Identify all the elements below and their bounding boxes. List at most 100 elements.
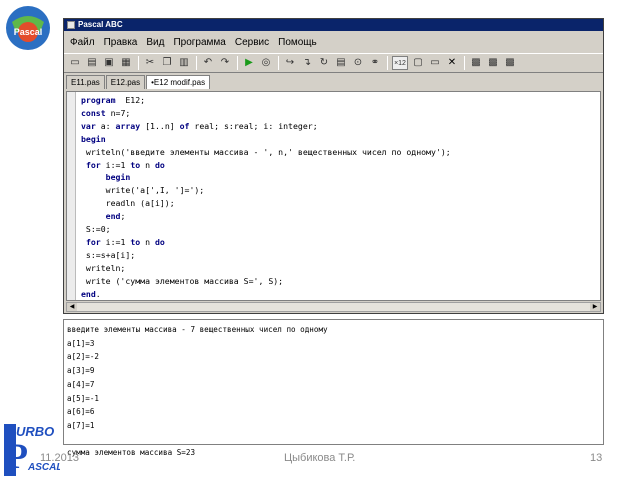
code-text: write ('сумма элементов массива S=', S); — [81, 275, 284, 286]
debug-icon[interactable]: ⚭ — [368, 56, 382, 70]
breakpoint-icon[interactable]: ⊙ — [351, 56, 365, 70]
code-text: readln (a[i]); — [81, 198, 175, 209]
code-line: end. — [81, 288, 451, 301]
code-line: end; — [81, 210, 451, 223]
output-line: a[1]=3 — [67, 338, 95, 348]
code-keyword: begin — [81, 133, 106, 144]
tab-file[interactable]: E12.pas — [105, 75, 146, 89]
code-text: ; — [120, 211, 126, 222]
turbo-pascal-logo-icon: URBO P ASCAL — [2, 422, 60, 476]
redo-icon[interactable]: ↷ — [218, 56, 232, 70]
code-line: const n=7; — [81, 107, 451, 120]
code-text: n — [140, 159, 155, 170]
step-over-icon[interactable]: ↪ — [283, 56, 297, 70]
output-line: a[2]=-2 — [67, 352, 100, 362]
code-line: var a: array [1..n] of real; s:real; i: … — [81, 120, 451, 133]
code-line: write('a[',I, ']='); — [81, 184, 451, 197]
code-text: [1..n] — [140, 120, 180, 131]
code-keyword: of — [179, 120, 190, 131]
code-line: s:=s+a[i]; — [81, 249, 451, 262]
code-text: real; s:real; i: integer; — [189, 120, 318, 131]
output-window[interactable]: введите элементы массива - 7 вещественны… — [63, 319, 604, 457]
menu-edit[interactable]: Правка — [104, 37, 138, 48]
form-edit-icon[interactable]: ▩ — [503, 56, 517, 70]
toolbar-separator — [387, 56, 388, 70]
watch-icon[interactable]: ▤ — [334, 56, 348, 70]
code-text: n — [140, 236, 155, 247]
code-line: program E12; — [81, 94, 451, 107]
pascal-logo-icon: Pascal — [6, 6, 50, 50]
code-keyword: begin — [105, 172, 131, 183]
scroll-right-icon[interactable]: ▶ — [590, 303, 600, 311]
tab-file[interactable]: •E12 modif.pas — [146, 75, 211, 89]
calc-toggle-icon[interactable]: ×12 — [392, 56, 408, 70]
output-line: a[4]=7 — [67, 379, 95, 389]
new-file-icon[interactable]: ▭ — [68, 56, 82, 70]
toolbar-separator — [464, 56, 465, 70]
save-icon[interactable]: ▣ — [102, 56, 116, 70]
pascal-abc-window: Pascal ABC Файл Правка Вид Программа Сер… — [63, 18, 604, 314]
code-keyword: const — [81, 107, 106, 118]
save-all-icon[interactable]: ▦ — [119, 56, 133, 70]
svg-text:Pascal: Pascal — [14, 27, 43, 37]
close-icon[interactable]: ✕ — [445, 56, 459, 70]
output-line: a[3]=9 — [67, 366, 95, 376]
footer-date: 11.2013 — [40, 452, 79, 464]
cut-icon[interactable]: ✂ — [143, 56, 157, 70]
menu-help[interactable]: Помощь — [278, 37, 317, 48]
code-text: a: — [95, 120, 116, 131]
code-text: i:=1 — [100, 159, 131, 170]
horizontal-scrollbar[interactable]: ◀ ▶ — [66, 302, 601, 312]
output-line: введите элементы массива - 7 вещественны… — [67, 325, 328, 334]
program-icon[interactable]: ▭ — [428, 56, 442, 70]
step-into-icon[interactable]: ↴ — [300, 56, 314, 70]
menu-service[interactable]: Сервис — [235, 37, 269, 48]
code-keyword: for — [85, 236, 101, 247]
paste-icon[interactable]: ▥ — [177, 56, 191, 70]
open-folder-icon[interactable]: ▤ — [85, 56, 99, 70]
app-icon — [67, 21, 75, 29]
copy-icon[interactable]: ❐ — [160, 56, 174, 70]
window-title: Pascal ABC — [78, 20, 123, 29]
output-text: введите элементы массива - 7 вещественны… — [67, 323, 328, 460]
code-keyword: to — [130, 159, 141, 170]
code-line: writeln('введите элементы массива - ', n… — [81, 146, 451, 159]
window-icon[interactable]: ▢ — [411, 56, 425, 70]
code-line: begin — [81, 133, 451, 146]
output-line: a[7]=1 — [67, 420, 95, 430]
code-line: for i:=1 to n do — [81, 159, 451, 172]
code-line: begin — [81, 171, 451, 184]
code-text: s:=s+a[i]; — [81, 249, 136, 260]
form-run-icon[interactable]: ▩ — [486, 56, 500, 70]
menu-bar: Файл Правка Вид Программа Сервис Помощь — [64, 33, 603, 51]
code-editor[interactable]: program E12; const n=7; var a: array [1..n… — [66, 91, 601, 301]
menu-file[interactable]: Файл — [70, 37, 95, 48]
page-number: 13 — [590, 452, 603, 464]
code-text: i:=1 — [100, 236, 131, 247]
tab-file[interactable]: E11.pas — [66, 75, 105, 89]
code-keyword: for — [85, 159, 101, 170]
undo-icon[interactable]: ↶ — [201, 56, 215, 70]
code-text: writeln('введите элементы массива - ', n… — [81, 146, 451, 157]
code-line: writeln; — [81, 262, 451, 275]
window-titlebar[interactable]: Pascal ABC — [64, 19, 603, 31]
code-text: . — [95, 288, 101, 299]
run-icon[interactable]: ▶ — [242, 56, 256, 70]
toolbar-separator — [278, 56, 279, 70]
compile-icon[interactable]: ◎ — [259, 56, 273, 70]
toolbar-separator — [138, 56, 139, 70]
code-keyword: do — [154, 236, 165, 247]
output-line: a[5]=-1 — [67, 393, 100, 403]
menu-program[interactable]: Программа — [173, 37, 225, 48]
step-out-icon[interactable]: ↻ — [317, 56, 331, 70]
source-code[interactable]: program E12; const n=7; var a: array [1..n… — [81, 94, 451, 301]
code-keyword: end — [81, 288, 96, 299]
form-icon[interactable]: ▩ — [469, 56, 483, 70]
scroll-left-icon[interactable]: ◀ — [67, 303, 77, 311]
code-keyword: end — [105, 211, 121, 222]
svg-text:P: P — [6, 436, 28, 476]
menu-view[interactable]: Вид — [146, 37, 164, 48]
